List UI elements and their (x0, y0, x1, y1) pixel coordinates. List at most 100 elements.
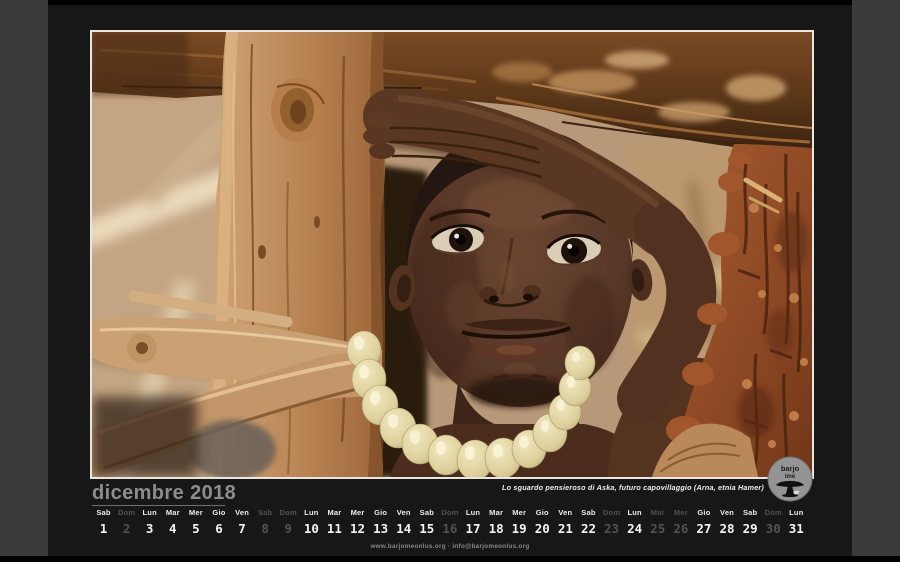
calendar-day-number: 10 (300, 521, 323, 536)
calendar-day-number: 14 (392, 521, 415, 536)
calendar-day: Dom 23 (600, 508, 623, 536)
calendar-day-number: 12 (346, 521, 369, 536)
calendar-day-number: 26 (669, 521, 692, 536)
calendar-day: Mer 19 (508, 508, 531, 536)
calendar-day: Dom 2 (115, 508, 138, 536)
calendar-day: Sab 15 (415, 508, 438, 536)
month-title: dicembre 2018 (92, 482, 236, 505)
calendar-page: Lo sguardo pensieroso di Aska, futuro ca… (48, 5, 852, 556)
calendar-day-name: Mer (669, 508, 692, 517)
title-rule (92, 505, 225, 506)
calendar-day: Mar 25 (646, 508, 669, 536)
calendar-day-number: 21 (554, 521, 577, 536)
calendar-day: Mer 12 (346, 508, 369, 536)
calendar-day-name: Mar (161, 508, 184, 517)
photo-frame (90, 30, 814, 479)
calendar-day-number: 20 (531, 521, 554, 536)
calendar-day: Lun 17 (462, 508, 485, 536)
calendar-day-name: Sab (415, 508, 438, 517)
calendar-day-number: 1 (92, 521, 115, 536)
calendar-day: Sab 22 (577, 508, 600, 536)
calendar-day-name: Mer (184, 508, 207, 517)
calendar-day-name: Ven (554, 508, 577, 517)
calendar-day: Lun 24 (623, 508, 646, 536)
calendar-day-number: 22 (577, 521, 600, 536)
calendar-day: Gio 20 (531, 508, 554, 536)
calendar-day-name: Mar (485, 508, 508, 517)
calendar-day-number: 7 (231, 521, 254, 536)
calendar-day-name: Mer (346, 508, 369, 517)
calendar-day-number: 11 (323, 521, 346, 536)
calendar-day-name: Lun (462, 508, 485, 517)
calendar-day: Mar 11 (323, 508, 346, 536)
calendar-day-name: Gio (531, 508, 554, 517)
logo-badge: barjo imé (767, 456, 813, 502)
calendar-day-name: Lun (300, 508, 323, 517)
calendar-day: Dom 30 (762, 508, 785, 536)
calendar-day: Mer 5 (184, 508, 207, 536)
calendar-day-name: Lun (785, 508, 808, 517)
calendar-day: Ven 14 (392, 508, 415, 536)
calendar-day-name: Sab (92, 508, 115, 517)
calendar-day-name: Dom (438, 508, 461, 517)
calendar-day: Sab 29 (739, 508, 762, 536)
calendar-day-number: 31 (785, 521, 808, 536)
calendar-row: Sab 1 Dom 2 Lun 3 Mar 4 Mer 5 Gio 6 (92, 508, 808, 536)
calendar-day-name: Mar (323, 508, 346, 517)
viewer-left-margin (0, 0, 48, 556)
calendar-day-number: 25 (646, 521, 669, 536)
calendar-day-name: Gio (369, 508, 392, 517)
calendar-day-number: 28 (716, 521, 739, 536)
calendar-day-name: Ven (716, 508, 739, 517)
calendar-day: Mer 26 (669, 508, 692, 536)
calendar-day: Ven 28 (716, 508, 739, 536)
calendar-day-number: 18 (485, 521, 508, 536)
calendar-day: Lun 3 (138, 508, 161, 536)
calendar-day-name: Dom (277, 508, 300, 517)
calendar-day-name: Mar (646, 508, 669, 517)
logo-text-1: barjo (781, 464, 800, 473)
calendar-day-number: 13 (369, 521, 392, 536)
calendar-day-name: Sab (254, 508, 277, 517)
calendar-day-name: Mer (508, 508, 531, 517)
calendar-day: Lun 10 (300, 508, 323, 536)
calendar-day-name: Gio (207, 508, 230, 517)
calendar-day: Ven 7 (231, 508, 254, 536)
calendar-day: Sab 8 (254, 508, 277, 536)
calendar-day: Mar 4 (161, 508, 184, 536)
calendar-day-number: 17 (462, 521, 485, 536)
calendar-day-number: 8 (254, 521, 277, 536)
calendar-day-number: 9 (277, 521, 300, 536)
calendar-day-number: 16 (438, 521, 461, 536)
calendar-day-name: Lun (623, 508, 646, 517)
calendar-day: Dom 16 (438, 508, 461, 536)
calendar-day-name: Lun (138, 508, 161, 517)
calendar-day-name: Sab (577, 508, 600, 517)
calendar-day-name: Dom (115, 508, 138, 517)
logo-text-2: imé (785, 474, 796, 480)
calendar-day-name: Dom (762, 508, 785, 517)
calendar-day: Mar 18 (485, 508, 508, 536)
calendar-day-number: 23 (600, 521, 623, 536)
calendar-day-name: Ven (231, 508, 254, 517)
calendar-day-number: 2 (115, 521, 138, 536)
calendar-day: Lun 31 (785, 508, 808, 536)
photo-caption: Lo sguardo pensieroso di Aska, futuro ca… (502, 483, 764, 492)
calendar-day-number: 3 (138, 521, 161, 536)
page-footer: www.barjomeonlus.org · info@barjomeonlus… (90, 543, 810, 550)
calendar-day: Gio 27 (692, 508, 715, 536)
calendar-day-name: Gio (692, 508, 715, 517)
calendar-day-number: 27 (692, 521, 715, 536)
calendar-day-number: 24 (623, 521, 646, 536)
calendar-day-number: 30 (762, 521, 785, 536)
image-viewer: Lo sguardo pensieroso di Aska, futuro ca… (0, 0, 900, 562)
calendar-day-name: Ven (392, 508, 415, 517)
calendar-day-name: Sab (739, 508, 762, 517)
calendar-day-number: 4 (161, 521, 184, 536)
calendar-day: Sab 1 (92, 508, 115, 536)
calendar-day-number: 5 (184, 521, 207, 536)
calendar-day: Dom 9 (277, 508, 300, 536)
viewer-right-margin (852, 0, 900, 556)
calendar-day-number: 6 (207, 521, 230, 536)
calendar-photo (92, 32, 812, 477)
